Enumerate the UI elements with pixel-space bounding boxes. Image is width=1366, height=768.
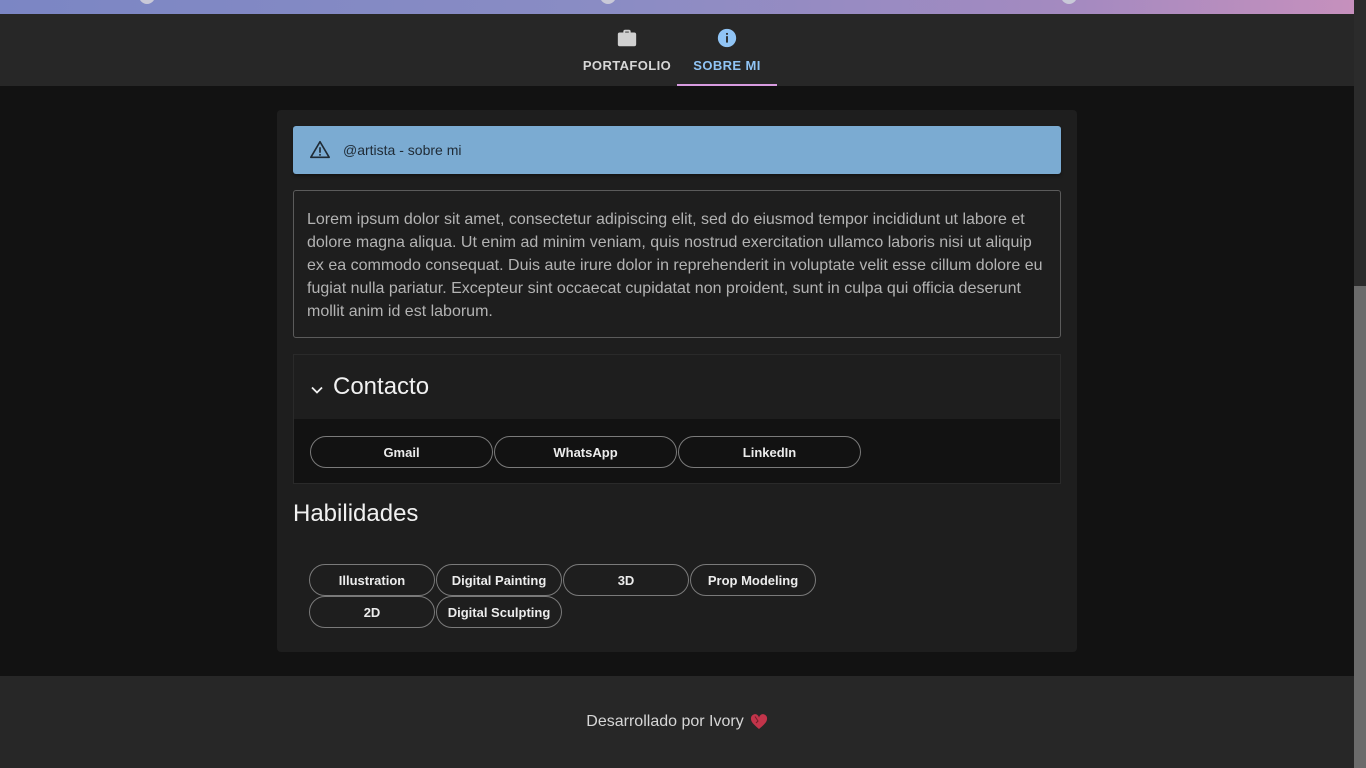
contact-buttons: Gmail WhatsApp LinkedIn <box>294 419 1060 483</box>
skill-chip-illustration: Illustration <box>309 564 435 596</box>
skill-chip-3d: 3D <box>563 564 689 596</box>
gmail-button[interactable]: Gmail <box>310 436 493 468</box>
contact-panel: Contacto Gmail WhatsApp LinkedIn <box>293 354 1061 484</box>
about-text-box: Lorem ipsum dolor sit amet, consectetur … <box>293 190 1061 338</box>
gradient-dot <box>139 0 155 4</box>
contact-title: Contacto <box>333 373 430 400</box>
footer: Desarrollado por Ivory <box>0 676 1354 768</box>
skill-chip-2d: 2D <box>309 596 435 628</box>
skills-title: Habilidades <box>293 500 419 527</box>
about-text: Lorem ipsum dolor sit amet, consectetur … <box>307 211 1043 320</box>
gradient-dot <box>1061 0 1077 4</box>
warning-icon <box>310 140 330 159</box>
tab-label: SOBRE MI <box>693 58 761 73</box>
skills-list: Illustration Digital Painting 3D Prop Mo… <box>309 564 829 628</box>
about-card: @artista - sobre mi Lorem ipsum dolor si… <box>277 110 1077 652</box>
linkedin-button[interactable]: LinkedIn <box>678 436 861 468</box>
heart-icon <box>750 714 767 729</box>
footer-text: Desarrollado por Ivory <box>586 713 744 730</box>
alert-banner: @artista - sobre mi <box>293 126 1061 174</box>
alert-text: @artista - sobre mi <box>343 142 462 158</box>
gradient-dot <box>600 0 616 4</box>
skill-chip-digital-painting: Digital Painting <box>436 564 562 596</box>
tab-portafolio[interactable]: PORTAFOLIO <box>577 14 677 86</box>
top-gradient-bar <box>0 0 1354 14</box>
scrollbar-thumb[interactable] <box>1354 286 1366 768</box>
info-icon <box>717 28 737 48</box>
briefcase-icon <box>617 29 637 47</box>
chevron-down-icon <box>311 386 323 394</box>
tab-label: PORTAFOLIO <box>582 58 672 73</box>
skill-chip-digital-sculpting: Digital Sculpting <box>436 596 562 628</box>
contact-panel-header[interactable]: Contacto <box>294 355 1060 419</box>
whatsapp-button[interactable]: WhatsApp <box>494 436 677 468</box>
skill-chip-prop-modeling: Prop Modeling <box>690 564 816 596</box>
tab-sobre-mi[interactable]: SOBRE MI <box>677 14 777 86</box>
scrollbar[interactable] <box>1354 0 1366 768</box>
tab-bar: PORTAFOLIO SOBRE MI <box>0 14 1354 86</box>
